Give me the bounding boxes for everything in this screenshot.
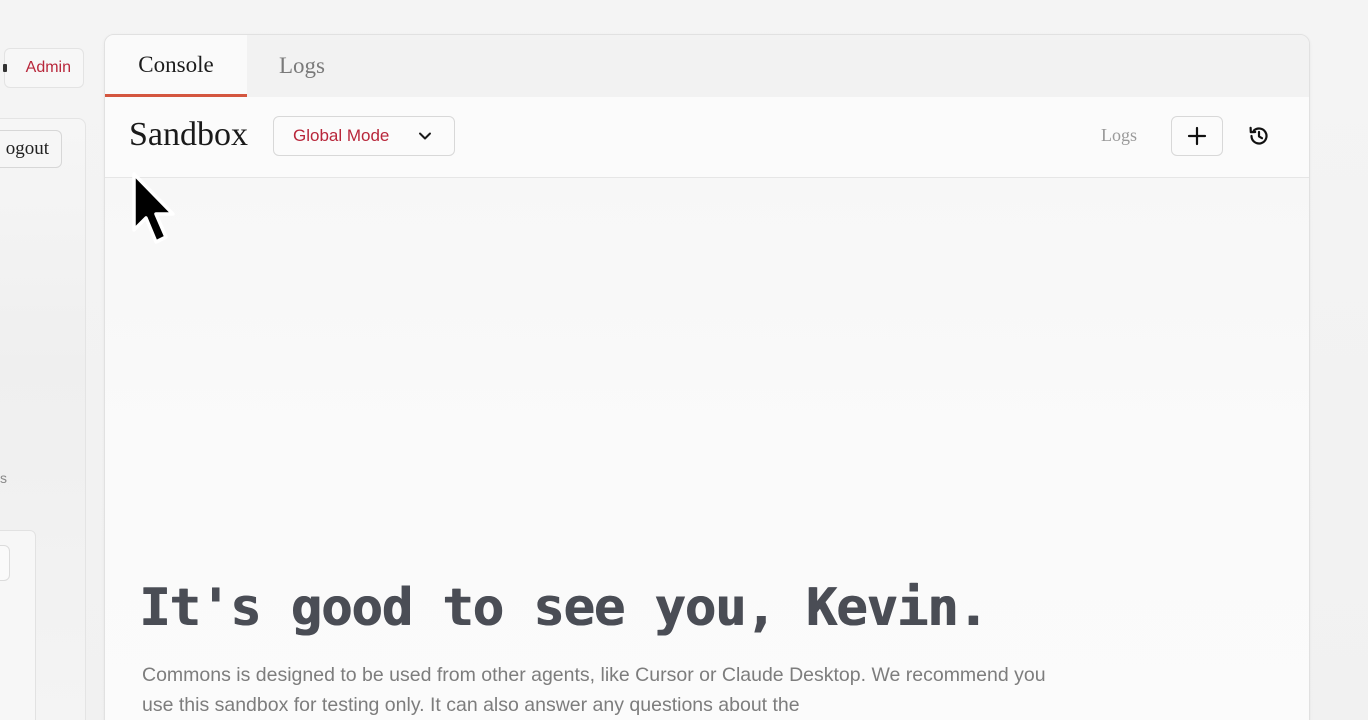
page: Admin ogout s Console Logs Sandbox Globa… [0,0,1368,720]
logs-link[interactable]: Logs [1101,125,1137,146]
logout-button[interactable]: ogout [0,130,62,168]
mode-select[interactable]: Global Mode [273,116,455,156]
chat-content: It's good to see you, Kevin. Commons is … [105,178,1309,720]
plus-icon [1187,126,1207,146]
history-button[interactable] [1245,122,1273,150]
logout-label: ogout [5,138,49,159]
main-card: Console Logs Sandbox Global Mode Logs It… [104,34,1310,720]
history-icon [1249,126,1268,145]
tab-logs[interactable]: Logs [247,35,357,97]
tab-bar: Console Logs [105,35,1309,98]
header-row: Sandbox Global Mode Logs [105,97,1309,178]
admin-badge[interactable]: Admin [3,48,84,88]
chevron-down-icon [419,132,431,140]
mode-select-value: Global Mode [293,126,390,145]
sidebar: Admin ogout s [0,0,90,720]
add-button[interactable] [1171,116,1223,156]
sidebar-inner-field[interactable] [0,545,10,581]
tab-logs-label: Logs [279,53,325,78]
admin-icon-fragment [3,64,7,72]
mouse-cursor-icon [132,172,175,244]
admin-label: Admin [25,59,71,76]
tab-console-label: Console [138,51,214,77]
sidebar-text-fragment: s [0,470,7,486]
tab-console[interactable]: Console [105,35,247,97]
greeting-heading: It's good to see you, Kevin. [139,578,989,638]
page-title: Sandbox [129,116,248,153]
intro-description: Commons is designed to be used from othe… [142,664,1046,716]
